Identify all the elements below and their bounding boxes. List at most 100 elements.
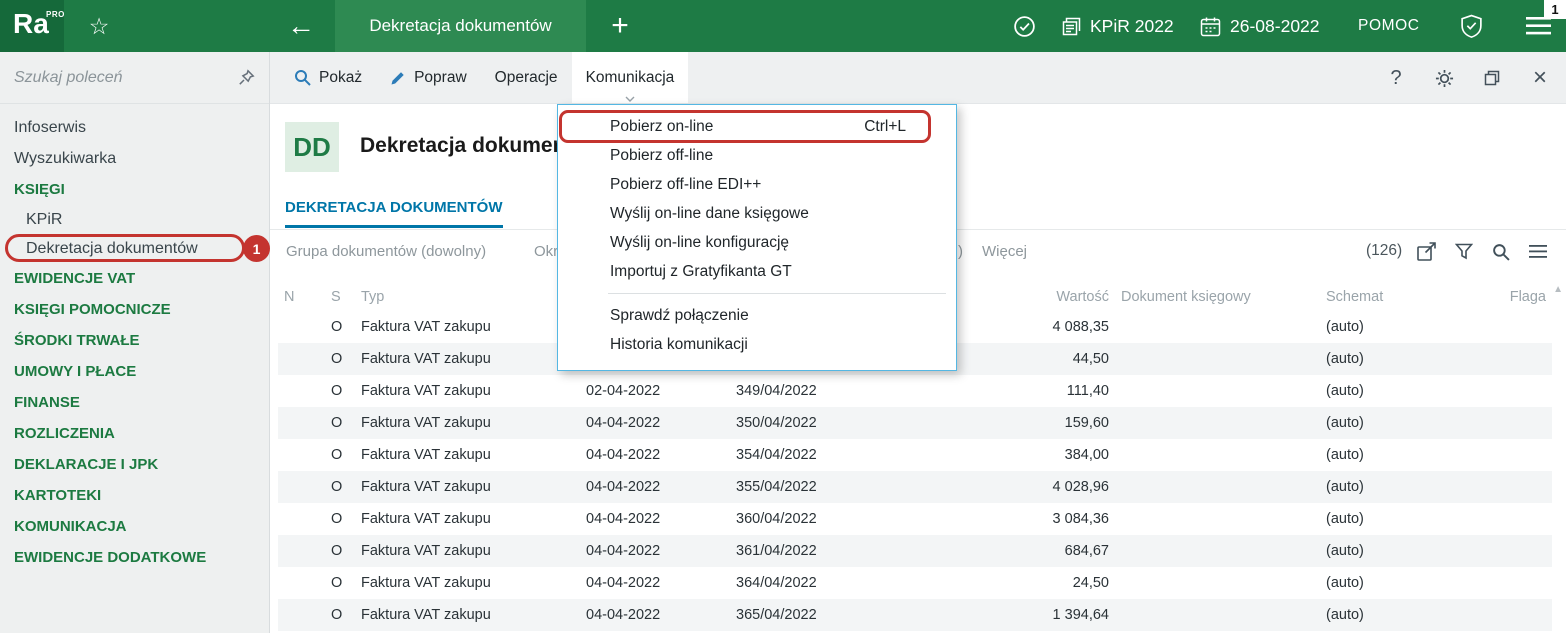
- cell: O: [331, 447, 343, 463]
- sidebar-item-środki-trwałe[interactable]: ŚRODKI TRWAŁE: [0, 325, 269, 356]
- gear-icon[interactable]: [1434, 69, 1454, 88]
- back-arrow-icon[interactable]: ←: [270, 0, 332, 52]
- cell: (auto): [1320, 599, 1480, 631]
- cell: 04-04-2022: [580, 471, 730, 503]
- column-header-n[interactable]: N: [278, 282, 325, 311]
- menu-item-pobierz-off-line-edi[interactable]: Pobierz off-line EDI++: [558, 170, 956, 199]
- restore-window-icon[interactable]: [1482, 70, 1502, 86]
- column-header-dokument-księgowy[interactable]: Dokument księgowy: [1115, 282, 1320, 311]
- cell: 684,67: [960, 535, 1115, 567]
- toolbar-button-komunikacja[interactable]: Komunikacja: [571, 52, 689, 103]
- sidebar-item-rozliczenia[interactable]: ROZLICZENIA: [0, 418, 269, 449]
- column-header-schemat[interactable]: Schemat: [1320, 282, 1480, 311]
- sidebar-item-deklaracje-i-jpk[interactable]: DEKLARACJE I JPK: [0, 449, 269, 480]
- menu-item-wyślij-on-line-konfigurację[interactable]: Wyślij on-line konfigurację: [558, 228, 956, 257]
- filter-document-group[interactable]: Grupa dokumentów (dowolny): [286, 243, 486, 260]
- menu-item-sprawdź-połączenie[interactable]: Sprawdź połączenie: [558, 301, 956, 330]
- list-menu-icon[interactable]: [1527, 242, 1548, 261]
- sidebar-item-ewidencje-vat[interactable]: EWIDENCJE VAT: [0, 263, 269, 294]
- filter-more-link[interactable]: Więcej: [982, 243, 1027, 260]
- cell: [1115, 407, 1320, 439]
- table-row[interactable]: O Faktura VAT zakupu 04-04-2022 365/04/2022…: [278, 599, 1552, 631]
- toolbar-button-popraw[interactable]: Popraw: [376, 52, 481, 103]
- cell: (auto): [1320, 535, 1480, 567]
- sidebar-item-umowy-i-płace[interactable]: UMOWY I PŁACE: [0, 356, 269, 387]
- cell: 1 394,64: [960, 599, 1115, 631]
- sidebar-item-księgi[interactable]: KSIĘGI: [0, 174, 269, 205]
- sidebar-item-ewidencje-dodatkowe[interactable]: EWIDENCJE DODATKOWE: [0, 542, 269, 573]
- active-module-tab[interactable]: Dekretacja dokumentów: [335, 0, 586, 52]
- sidebar-item-label: Dekretacja dokumentów: [26, 239, 198, 257]
- cell: (auto): [1320, 407, 1480, 439]
- cell: Faktura VAT zakupu: [361, 319, 491, 335]
- sidebar-item-dekretacja-dokumentów[interactable]: Dekretacja dokumentów 1: [0, 234, 270, 263]
- cell: 04-04-2022: [580, 407, 730, 439]
- sidebar-item-label: UMOWY I PŁACE: [14, 363, 137, 380]
- column-header-wartość[interactable]: Wartość: [960, 282, 1115, 311]
- company-selector[interactable]: KPiR 2022: [1062, 0, 1174, 52]
- column-header-s[interactable]: S: [325, 282, 355, 311]
- app-logo[interactable]: Ra PRO: [0, 0, 64, 52]
- sidebar-item-infoserwis[interactable]: Infoserwis: [0, 112, 269, 143]
- pencil-icon: [390, 70, 406, 86]
- menu-item-pobierz-on-line[interactable]: Pobierz on-line Ctrl+L: [558, 110, 956, 143]
- cell: 04-04-2022: [586, 447, 661, 463]
- notification-count-badge[interactable]: 1: [1544, 0, 1566, 19]
- sidebar-item-kpir[interactable]: KPiR: [0, 205, 269, 234]
- sidebar-item-księgi-pomocnicze[interactable]: KSIĘGI POMOCNICZE: [0, 294, 269, 325]
- cell: [1115, 311, 1320, 343]
- table-row[interactable]: O Faktura VAT zakupu 04-04-2022 360/04/2022…: [278, 503, 1552, 535]
- export-icon[interactable]: [1416, 242, 1437, 261]
- table-row[interactable]: O Faktura VAT zakupu 04-04-2022 350/04/2022…: [278, 407, 1552, 439]
- table-row[interactable]: O Faktura VAT zakupu 04-04-2022 364/04/2022…: [278, 567, 1552, 599]
- sidebar-item-label: Wyszukiwarka: [14, 149, 117, 167]
- sidebar-item-kartoteki[interactable]: KARTOTEKI: [0, 480, 269, 511]
- command-search-input[interactable]: Szukaj poleceń: [0, 52, 269, 104]
- cell: (auto): [1326, 575, 1364, 591]
- sidebar-item-komunikacja[interactable]: KOMUNIKACJA: [0, 511, 269, 542]
- cell: O: [331, 383, 343, 399]
- menu-item-label: Importuj z Gratyfikanta GT: [610, 262, 792, 280]
- pin-sidebar-icon[interactable]: [238, 69, 255, 86]
- sidebar-item-finanse[interactable]: FINANSE: [0, 387, 269, 418]
- cell: O: [325, 599, 355, 631]
- table-row[interactable]: O Faktura VAT zakupu 02-04-2022 349/04/2022…: [278, 375, 1552, 407]
- help-menu[interactable]: POMOC: [1358, 0, 1420, 52]
- cell: 44,50: [960, 343, 1115, 375]
- cell: O: [325, 535, 355, 567]
- sidebar-item-label: KARTOTEKI: [14, 487, 102, 504]
- cell: [278, 599, 325, 631]
- favorites-star-icon[interactable]: ☆: [78, 0, 120, 52]
- sidebar-item-wyszukiwarka[interactable]: Wyszukiwarka: [0, 143, 269, 174]
- cell: (auto): [1326, 511, 1364, 527]
- menu-item-label: Historia komunikacji: [610, 335, 748, 353]
- search-list-icon[interactable]: [1490, 242, 1511, 261]
- cell: [1115, 343, 1320, 375]
- sidebar-item-label: ŚRODKI TRWAŁE: [14, 332, 140, 349]
- scrollbar-up-arrow[interactable]: ▲: [1553, 284, 1563, 295]
- new-tab-button[interactable]: +: [598, 0, 642, 52]
- table-row[interactable]: O Faktura VAT zakupu 04-04-2022 361/04/2022…: [278, 535, 1552, 567]
- filter-funnel-icon[interactable]: [1453, 242, 1474, 261]
- menu-item-pobierz-off-line[interactable]: Pobierz off-line: [558, 141, 956, 170]
- session-date-selector[interactable]: 26-08-2022: [1200, 0, 1320, 52]
- column-header-flaga[interactable]: Flaga: [1480, 282, 1552, 311]
- cell: Faktura VAT zakupu: [355, 471, 580, 503]
- view-tab-dekretacja[interactable]: DEKRETACJA DOKUMENTÓW: [285, 199, 503, 228]
- security-shield-icon[interactable]: [1452, 0, 1490, 52]
- toolbar-button-operacje[interactable]: Operacje: [481, 52, 572, 103]
- record-count: (126): [1366, 242, 1403, 259]
- menu-item-label: Sprawdź połączenie: [610, 306, 749, 324]
- menu-item-historia-komunikacji[interactable]: Historia komunikacji: [558, 330, 956, 359]
- filter-period[interactable]: Okr: [534, 243, 558, 260]
- table-row[interactable]: O Faktura VAT zakupu 04-04-2022 354/04/2022…: [278, 439, 1552, 471]
- menu-separator: [608, 293, 946, 294]
- help-icon[interactable]: ?: [1386, 67, 1406, 90]
- status-check-icon[interactable]: [1006, 0, 1042, 52]
- cell: [1115, 567, 1320, 599]
- table-row[interactable]: O Faktura VAT zakupu 04-04-2022 355/04/2022…: [278, 471, 1552, 503]
- column-header-typ[interactable]: Typ: [355, 282, 580, 311]
- menu-item-importuj-z-gratyfikanta-gt[interactable]: Importuj z Gratyfikanta GT: [558, 257, 956, 286]
- menu-item-wyślij-on-line-dane-księgowe[interactable]: Wyślij on-line dane księgowe: [558, 199, 956, 228]
- toolbar-button-pokaz[interactable]: Pokaż: [280, 52, 376, 103]
